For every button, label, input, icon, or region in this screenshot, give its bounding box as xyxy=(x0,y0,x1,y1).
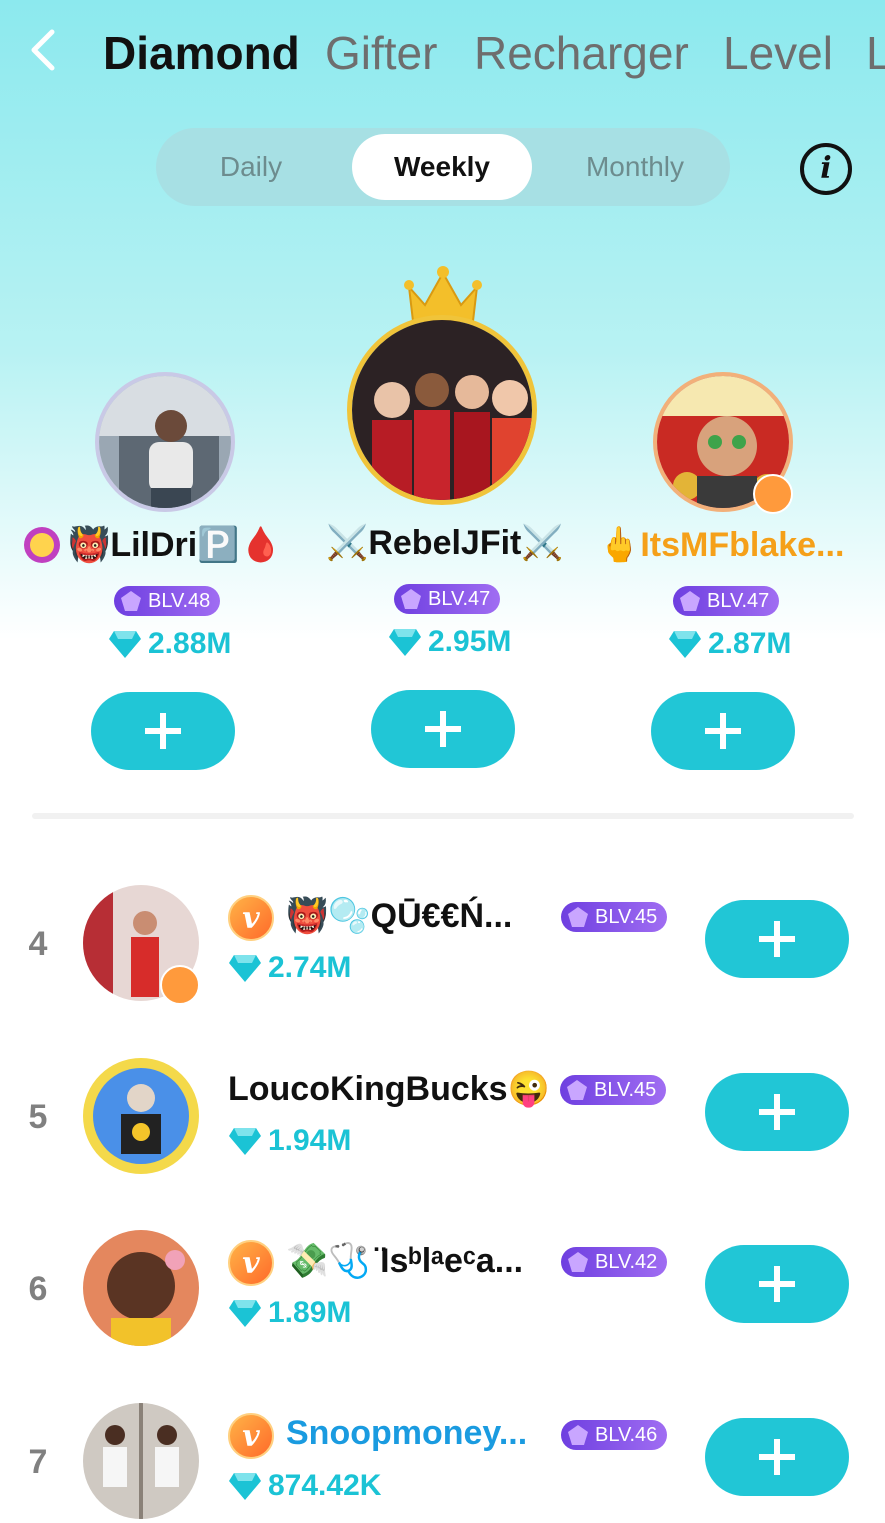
follow-button-rank-3[interactable] xyxy=(651,692,795,770)
list-item[interactable]: 5 LoucoKingBucks😜 BLV.45 1.94M xyxy=(0,1043,885,1193)
trophy-icon xyxy=(24,527,60,563)
diamond-count: 1.94M xyxy=(228,1124,351,1158)
list-item[interactable]: 6 v 💸🩺 ̈Isᵇlᵃeᶜa... BLV.42 1.89M xyxy=(0,1215,885,1365)
level-badge-rank-2: BLV.48 xyxy=(114,586,221,616)
diamond-count-rank-2: 2.88M xyxy=(108,627,231,661)
plus-icon xyxy=(759,1094,795,1130)
plus-icon xyxy=(705,713,741,749)
level-badge: BLV.45 xyxy=(560,1075,667,1105)
avatar-rank-2[interactable] xyxy=(95,372,235,512)
follow-button-rank-1[interactable] xyxy=(371,690,515,768)
list-item[interactable]: 4 v 👹🫧QŪ€€Ń... BLV.45 2.74M xyxy=(0,870,885,1020)
tab-more[interactable]: L xyxy=(866,26,885,80)
diamond-icon xyxy=(669,631,701,658)
plus-icon xyxy=(759,1266,795,1302)
divider xyxy=(32,813,854,819)
rank-number: 7 xyxy=(28,1443,48,1481)
rank-number: 5 xyxy=(28,1098,48,1136)
period-monthly[interactable]: Monthly xyxy=(540,128,730,206)
level-badge: BLV.46 xyxy=(561,1420,668,1450)
tab-recharger[interactable]: Recharger xyxy=(474,26,689,80)
follow-button[interactable] xyxy=(705,900,849,978)
top-name-rank-2: 👹LilDri🅿️🩸 xyxy=(68,526,282,564)
back-button[interactable] xyxy=(24,26,64,74)
gem-icon xyxy=(401,589,421,609)
tab-gifter[interactable]: Gifter xyxy=(325,26,437,80)
diamond-icon xyxy=(229,1128,261,1155)
vip-icon: v xyxy=(228,895,274,941)
user-name: 💸🩺 ̈Isᵇlᵃeᶜa... xyxy=(286,1242,524,1280)
gem-icon xyxy=(121,591,141,611)
diamond-count-rank-3: 2.87M xyxy=(668,627,791,661)
diamond-icon xyxy=(229,1473,261,1500)
gem-icon xyxy=(567,1080,587,1100)
user-name: 👹🫧QŪ€€Ń... xyxy=(286,897,513,935)
level-badge: BLV.45 xyxy=(561,902,668,932)
diamond-icon xyxy=(229,1300,261,1327)
follow-button[interactable] xyxy=(705,1418,849,1496)
diamond-count-rank-1: 2.95M xyxy=(388,625,511,659)
follow-button-rank-2[interactable] xyxy=(91,692,235,770)
diamond-count: 1.89M xyxy=(228,1296,351,1330)
diamond-icon xyxy=(109,631,141,658)
top-name-rank-1: ⚔️RebelJFit⚔️ xyxy=(326,524,564,562)
level-badge-rank-3: BLV.47 xyxy=(673,586,780,616)
diamond-count: 874.42K xyxy=(228,1469,381,1503)
live-icon xyxy=(753,474,793,514)
vip-icon: v xyxy=(228,1240,274,1286)
diamond-count: 2.74M xyxy=(228,951,351,985)
plus-icon xyxy=(759,1439,795,1475)
period-daily[interactable]: Daily xyxy=(156,128,346,206)
avatar[interactable] xyxy=(83,1403,199,1519)
level-badge: BLV.42 xyxy=(561,1247,668,1277)
gem-icon xyxy=(568,1425,588,1445)
avatar-rank-1[interactable] xyxy=(347,315,537,505)
gem-icon xyxy=(568,1252,588,1272)
diamond-icon xyxy=(229,955,261,982)
plus-icon xyxy=(145,713,181,749)
info-icon[interactable]: i xyxy=(800,143,852,195)
live-icon xyxy=(160,965,200,1005)
follow-button[interactable] xyxy=(705,1245,849,1323)
avatar[interactable] xyxy=(83,1230,199,1346)
period-weekly[interactable]: Weekly xyxy=(352,134,532,200)
gem-icon xyxy=(680,591,700,611)
list-item[interactable]: 7 v Snoopmoney... BLV.46 874.42K xyxy=(0,1388,885,1523)
tab-level[interactable]: Level xyxy=(723,26,833,80)
level-badge-rank-1: BLV.47 xyxy=(394,584,501,614)
period-switch: Daily Weekly Monthly xyxy=(156,128,730,206)
chevron-left-icon xyxy=(31,29,55,71)
tab-diamond[interactable]: Diamond xyxy=(103,26,300,80)
plus-icon xyxy=(759,921,795,957)
gem-icon xyxy=(568,907,588,927)
follow-button[interactable] xyxy=(705,1073,849,1151)
diamond-icon xyxy=(389,629,421,656)
vip-icon: v xyxy=(228,1413,274,1459)
rank-number: 6 xyxy=(28,1270,48,1308)
plus-icon xyxy=(425,711,461,747)
top-name-rank-3: 🖕ItsMFblake... xyxy=(598,526,845,564)
user-name: LoucoKingBucks😜 xyxy=(228,1070,550,1108)
rank-number: 4 xyxy=(28,925,48,963)
avatar[interactable] xyxy=(83,1058,199,1174)
user-name: Snoopmoney... xyxy=(286,1414,528,1452)
